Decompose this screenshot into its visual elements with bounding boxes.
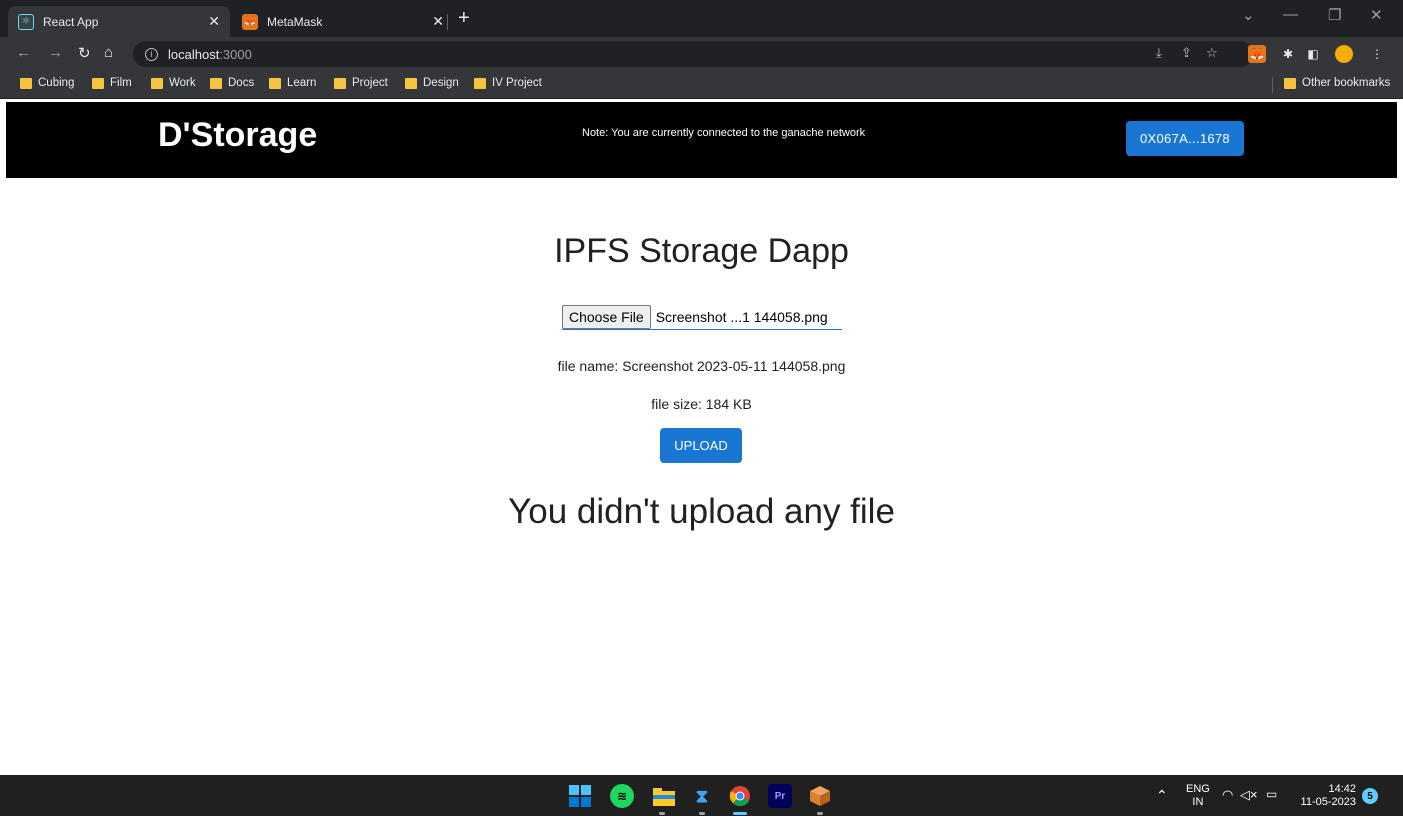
folder-icon [151,77,163,89]
metamask-fox-icon: 🦊 [242,13,258,30]
tab-react-app[interactable]: ⚛ React App ✕ [8,6,230,37]
metamask-extension-icon[interactable]: 🦊 [1248,45,1266,63]
extensions-puzzle-icon[interactable]: ✱ [1279,45,1297,63]
battery-icon[interactable]: ▭ [1266,787,1277,801]
file-input[interactable]: Choose File Screenshot ...1 144058.png [562,304,842,330]
bookmark-cubing[interactable]: Cubing [20,77,74,89]
package-icon[interactable] [808,784,832,808]
bookmark-label: Work [169,77,196,89]
empty-state-message: You didn't upload any file [508,492,895,531]
region-label: IN [1192,796,1204,808]
bookmark-label: IV Project [492,77,542,89]
close-tab-icon[interactable]: ✕ [208,13,220,30]
other-bookmarks[interactable]: Other bookmarks [1284,77,1390,89]
folder-icon [474,77,486,89]
folder-icon [92,77,104,89]
close-tab-icon[interactable]: ✕ [432,13,444,30]
new-tab-button[interactable]: + [458,8,470,28]
vscode-icon[interactable]: ⧗ [690,784,714,808]
premiere-pro-icon[interactable]: Pr [768,784,792,808]
bookmark-work[interactable]: Work [151,77,196,89]
folder-icon [269,77,281,89]
file-name-text: file name: Screenshot 2023-05-11 144058.… [557,358,846,374]
browser-menu-icon[interactable]: ⋮ [1368,45,1386,63]
bookmark-label: Cubing [38,77,75,89]
tab-separator [447,14,448,30]
spotify-icon[interactable]: ≋ [610,784,634,808]
bookmark-label: Docs [228,77,255,89]
running-indicator [699,812,705,815]
home-icon[interactable]: ⌂ [104,44,113,61]
windows-start-icon[interactable] [568,784,592,808]
clock-time: 14:42 [1328,783,1356,795]
forward-icon[interactable]: → [48,44,63,61]
bookmark-design[interactable]: Design [405,77,459,89]
bookmarks-bar: Cubing Film Work Docs Learn Project Desi… [0,71,1403,99]
bookmark-docs[interactable]: Docs [210,77,254,89]
tab-metamask[interactable]: 🦊 MetaMask ✕ [232,6,454,37]
share-icon[interactable]: ⇪ [1181,45,1192,61]
tab-title: React App [43,14,99,29]
clock-date: 11-05-2023 [1300,796,1356,808]
folder-icon [334,77,346,89]
page-title: IPFS Storage Dapp [554,232,849,270]
bookmark-learn[interactable]: Learn [269,77,316,89]
back-icon[interactable]: ← [16,44,31,61]
language-label: ENG [1186,783,1210,795]
volume-muted-icon[interactable]: ◁× [1240,787,1258,803]
notification-badge[interactable]: 5 [1362,788,1378,804]
install-app-icon[interactable]: ⤓ [1156,45,1162,61]
language-indicator[interactable]: ENG IN [1186,783,1210,809]
bookmark-label: Learn [287,77,317,89]
profile-avatar[interactable] [1335,45,1353,63]
bookmark-label: Project [352,77,388,89]
bookmark-star-icon[interactable]: ☆ [1206,45,1218,61]
file-size-text: file size: 184 KB [651,396,752,412]
browser-toolbar: ← → ↻ ⌂ i localhost:3000 ⤓ ⇪ ☆ 🦊 ✱ ◧ ⋮ [0,37,1403,71]
app-navbar: D'Storage Note: You are currently connec… [6,102,1397,178]
react-icon: ⚛ [18,13,34,30]
page-viewport: D'Storage Note: You are currently connec… [6,99,1397,775]
choose-file-button[interactable]: Choose File [562,304,651,329]
clock[interactable]: 14:42 11-05-2023 [1294,783,1356,809]
url-port: :3000 [219,46,252,62]
chrome-icon[interactable] [728,784,752,808]
running-indicator [817,812,823,815]
account-button[interactable]: 0X067A...1678 [1126,121,1244,156]
side-panel-icon[interactable]: ◧ [1304,45,1322,63]
bookmark-label: Design [423,77,459,89]
site-info-icon[interactable]: i [145,47,158,61]
bookmark-iv-project[interactable]: IV Project [474,77,542,89]
bookmark-label: Film [110,77,132,89]
reload-icon[interactable]: ↻ [78,44,91,62]
tab-search-icon[interactable]: ⌄ [1242,6,1255,24]
windows-taskbar: ≋ ⧗ Pr ⌃ ENG IN ◠ ◁× ▭ 14:42 11-05-2023 … [0,775,1403,816]
bookmark-film[interactable]: Film [92,77,132,89]
file-explorer-icon[interactable] [652,784,676,808]
minimize-button[interactable]: — [1283,6,1298,23]
tab-title: MetaMask [267,14,323,29]
active-indicator [733,812,747,815]
folder-icon [405,77,417,89]
upload-button[interactable]: UPLOAD [660,428,742,463]
chosen-file-label: Screenshot ...1 144058.png [655,308,828,325]
close-window-button[interactable]: ✕ [1370,6,1383,24]
brand-logo: D'Storage [158,116,318,154]
network-note: Note: You are currently connected to the… [582,127,866,139]
url-host: localhost [168,46,220,62]
folder-icon [210,77,222,89]
wifi-icon[interactable]: ◠ [1222,787,1233,803]
bookmark-label: Other bookmarks [1302,77,1391,89]
folder-icon [20,77,32,89]
show-hidden-icons-icon[interactable]: ⌃ [1156,787,1168,804]
bookmark-project[interactable]: Project [334,77,388,89]
browser-tab-strip: ⚛ React App ✕ 🦊 MetaMask ✕ + ⌄ — ❐ ✕ [0,0,1403,37]
folder-icon [1284,77,1296,89]
running-indicator [659,812,665,815]
restore-button[interactable]: ❐ [1328,6,1341,24]
address-bar[interactable]: i localhost:3000 [133,41,1253,67]
bookmarks-separator [1272,77,1273,93]
